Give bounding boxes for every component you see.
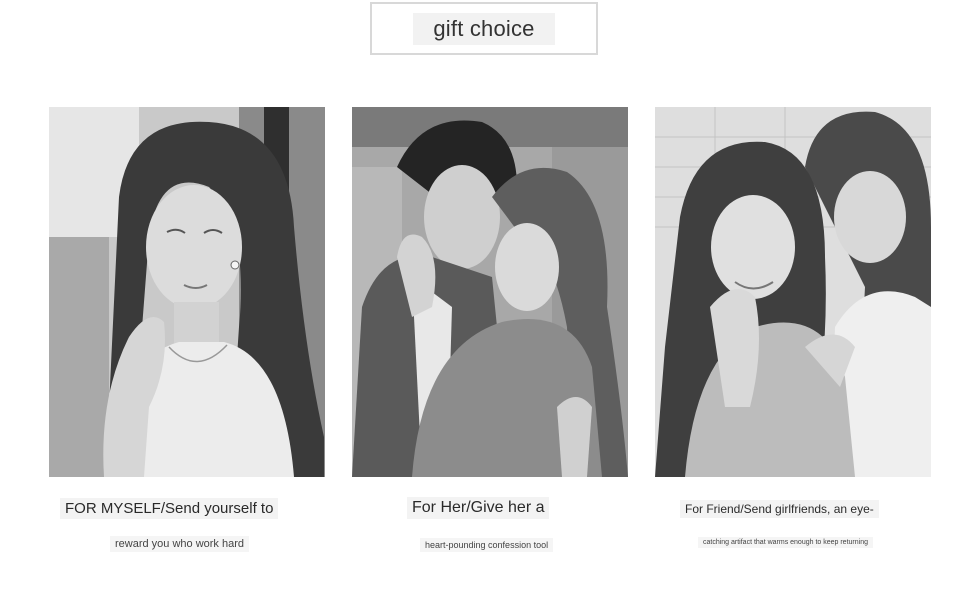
card-subcaption-myself: reward you who work hard: [110, 536, 250, 552]
two-friends-smiling-photo: [655, 107, 931, 477]
card-subcaption-her: heart-pounding confession tool: [420, 538, 554, 552]
page-title: gift choice: [413, 12, 555, 45]
card-caption-her: For Her/Give her a: [407, 497, 550, 519]
card-caption-myself: FOR MYSELF/Send yourself to: [60, 498, 279, 519]
couple-embracing-photo: [352, 107, 628, 477]
title-frame: gift choice: [370, 2, 598, 55]
card-caption-friend: For Friend/Send girlfriends, an eye-: [680, 500, 879, 518]
card-subcaption-friend: catching artifact that warms enough to k…: [698, 537, 873, 548]
portrait-woman-earrings-photo: [49, 107, 325, 477]
